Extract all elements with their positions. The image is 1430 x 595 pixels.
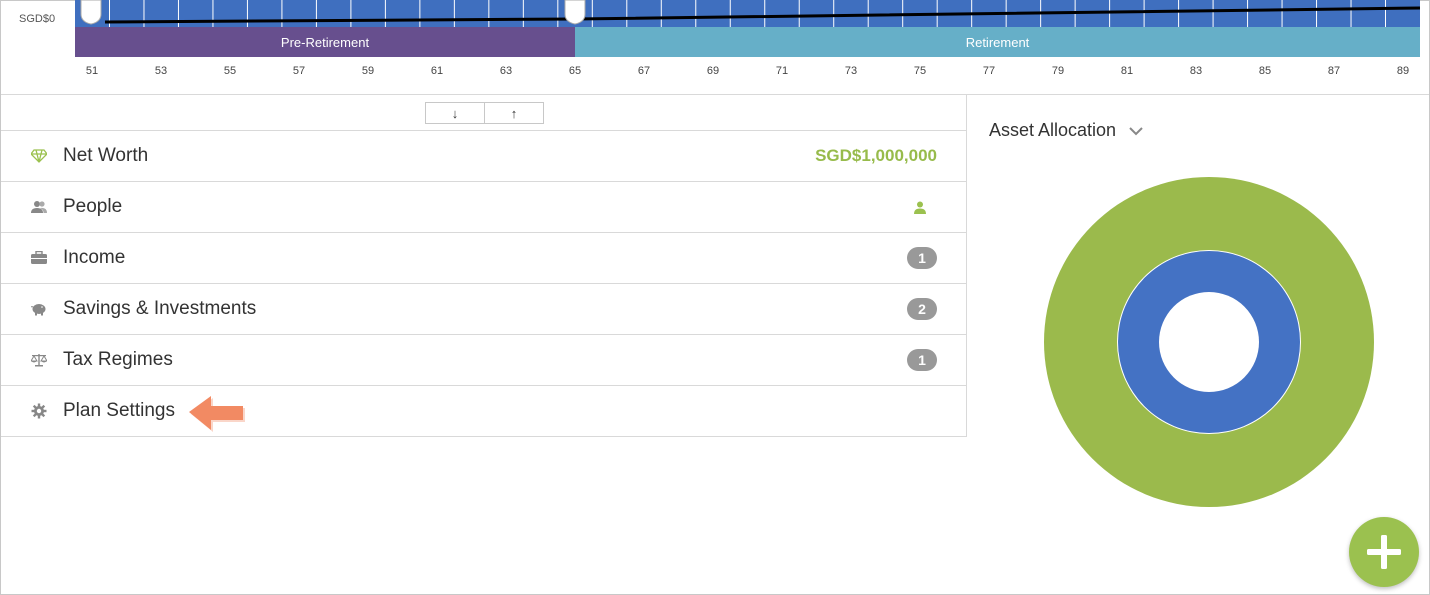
briefcase-icon	[31, 250, 47, 266]
people-icon	[31, 199, 47, 215]
age-tick-label: 61	[430, 65, 444, 77]
age-tick-label: 83	[1189, 65, 1203, 77]
section-label: People	[63, 196, 123, 217]
age-tick-label: 65	[568, 65, 582, 77]
sort-controls: ↓ ↑	[425, 102, 544, 124]
section-plan-settings[interactable]: Plan Settings	[1, 385, 966, 436]
age-tick-label: 59	[361, 65, 375, 77]
section-people[interactable]: People	[1, 181, 966, 232]
tax-regimes-count-badge: 1	[907, 349, 937, 371]
age-tick-label: 51	[85, 65, 99, 77]
phase-pre-retirement-label: Pre-Retirement	[280, 34, 370, 50]
section-tax-regimes[interactable]: Tax Regimes 1	[1, 334, 966, 385]
age-tick-label: 89	[1396, 65, 1410, 77]
expand-all-button[interactable]: ↑	[484, 103, 543, 123]
section-income[interactable]: Income 1	[1, 232, 966, 283]
retirement-age-marker[interactable]	[564, 0, 586, 25]
phase-pre-retirement[interactable]: Pre-Retirement	[75, 27, 575, 57]
gear-icon	[31, 403, 47, 419]
section-net-worth[interactable]: Net Worth SGD$1,000,000	[1, 130, 966, 181]
section-label: Plan Settings	[63, 400, 175, 421]
savings-count-badge: 2	[907, 298, 937, 320]
timeline-chart	[75, 0, 1420, 27]
section-label: Net Worth	[63, 145, 149, 166]
age-tick-label: 81	[1120, 65, 1134, 77]
section-savings-investments[interactable]: Savings & Investments 2	[1, 283, 966, 334]
age-tick-label: 69	[706, 65, 720, 77]
section-label: Tax Regimes	[63, 349, 173, 370]
person-icon	[912, 199, 928, 215]
section-label: Income	[63, 247, 126, 268]
plus-icon	[1367, 535, 1401, 569]
chevron-down-icon	[1129, 126, 1143, 135]
age-tick-label: 63	[499, 65, 513, 77]
asset-allocation-title: Asset Allocation	[989, 120, 1117, 140]
add-button[interactable]	[1349, 517, 1419, 587]
timeline-bar-area	[75, 0, 1420, 27]
phase-retirement[interactable]: Retirement	[575, 27, 1420, 57]
age-tick-label: 73	[844, 65, 858, 77]
age-tick-label: 85	[1258, 65, 1272, 77]
age-tick-label: 67	[637, 65, 651, 77]
section-label: Savings & Investments	[63, 298, 257, 319]
income-count-badge: 1	[907, 247, 937, 269]
age-tick-label: 55	[223, 65, 237, 77]
donut-hole	[1159, 292, 1259, 392]
net-worth-value: SGD$1,000,000	[815, 146, 937, 165]
timeline-y-axis-label: SGD$0	[19, 13, 56, 25]
age-tick-label: 77	[982, 65, 996, 77]
asset-allocation-dropdown[interactable]: Asset Allocation	[989, 120, 1144, 141]
piggy-bank-icon	[31, 301, 47, 317]
scales-icon	[31, 352, 47, 368]
age-tick-label: 75	[913, 65, 927, 77]
retirement-start-marker[interactable]	[80, 0, 102, 25]
collapse-all-button[interactable]: ↓	[426, 103, 484, 123]
age-tick-label: 57	[292, 65, 306, 77]
diamond-icon	[31, 148, 47, 164]
asset-allocation-donut-chart	[1044, 177, 1374, 507]
age-tick-label: 71	[775, 65, 789, 77]
plan-sections-panel: ↓ ↑ Net Worth SGD$1,000,000 People Incom…	[1, 95, 967, 437]
arrow-pointer-icon	[189, 396, 245, 432]
phase-retirement-label: Retirement	[965, 34, 1030, 50]
age-tick-label: 53	[154, 65, 168, 77]
age-tick-label: 87	[1327, 65, 1341, 77]
age-tick-label: 79	[1051, 65, 1065, 77]
